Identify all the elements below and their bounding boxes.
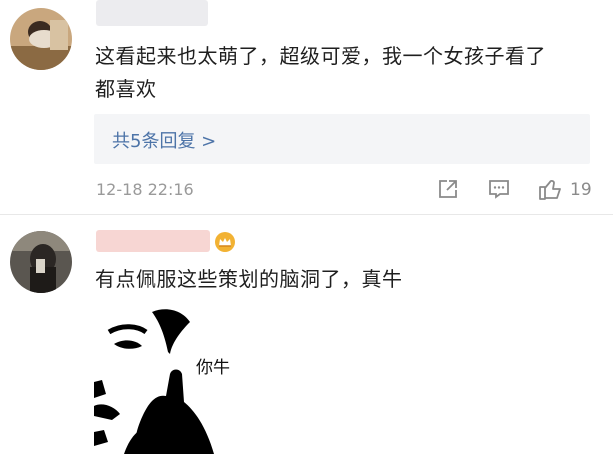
- commenter-avatar[interactable]: [10, 231, 72, 293]
- like-count: 19: [570, 180, 592, 200]
- meme-image[interactable]: [94, 302, 240, 454]
- like-icon: [539, 180, 561, 200]
- like-button[interactable]: [538, 177, 564, 201]
- avatar-image: [10, 231, 72, 293]
- username-blurred[interactable]: [96, 230, 210, 252]
- comment-text-line-2: 都喜欢: [95, 77, 157, 101]
- username-blurred[interactable]: [96, 0, 208, 26]
- meme-caption: 你牛: [196, 358, 230, 378]
- commenter-avatar[interactable]: [10, 8, 72, 70]
- share-icon: [439, 180, 457, 198]
- comment-text-line-1: 这看起来也太萌了，超级可爱，我一个女孩子看了: [95, 44, 546, 68]
- view-replies-link[interactable]: 共5条回复 >: [112, 127, 216, 153]
- crown-badge-icon: [214, 231, 236, 253]
- comment-timestamp: 12-18 22:16: [96, 180, 194, 199]
- replies-box[interactable]: 共5条回复 >: [94, 114, 590, 164]
- avatar-image: [10, 8, 72, 70]
- share-button[interactable]: [436, 177, 460, 201]
- meme-drawing: [94, 302, 240, 454]
- comment-divider: [0, 214, 613, 215]
- comment-icon: [489, 180, 509, 199]
- comment-text: 有点佩服这些策划的脑洞了，真牛: [95, 267, 403, 291]
- comment-button[interactable]: [487, 177, 511, 201]
